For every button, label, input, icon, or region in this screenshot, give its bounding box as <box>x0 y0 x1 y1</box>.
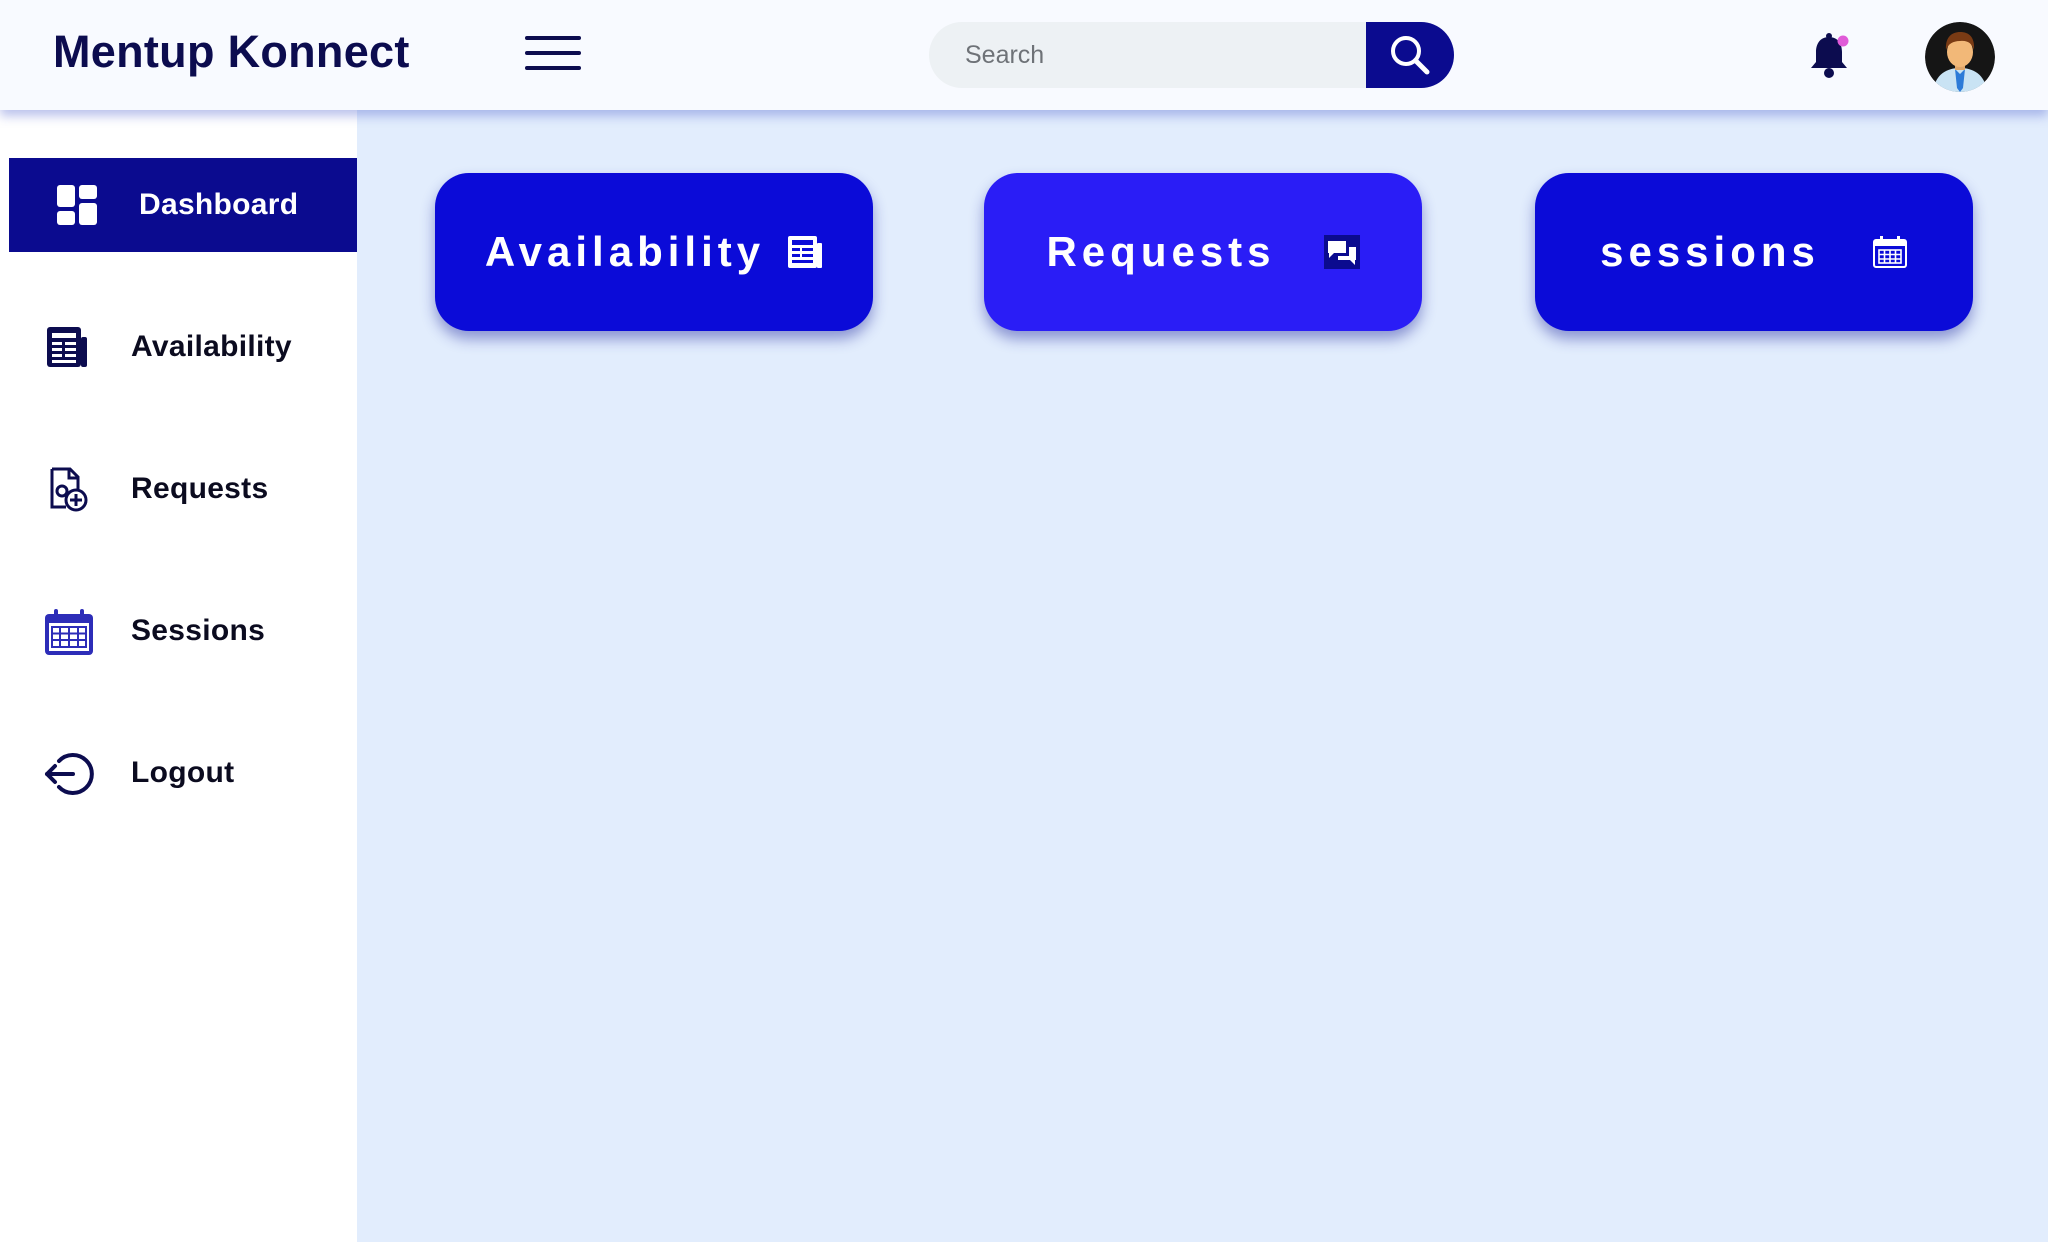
notification-bell-button[interactable] <box>1807 32 1851 80</box>
sidebar-item-label: Requests <box>131 472 269 505</box>
card-label: sessions <box>1600 228 1820 275</box>
document-add-icon <box>50 467 88 512</box>
newspaper-icon <box>47 327 87 367</box>
availability-card[interactable]: Availability <box>435 173 873 331</box>
calendar-icon <box>45 609 93 655</box>
search-bar <box>929 22 1454 88</box>
hamburger-menu-icon[interactable] <box>525 36 581 74</box>
sidebar: Dashboard Availability Requests Sessions… <box>0 110 357 1242</box>
user-avatar[interactable] <box>1925 22 1995 92</box>
logout-icon <box>45 753 94 795</box>
search-input[interactable] <box>929 22 1389 88</box>
sidebar-item-dashboard[interactable]: Dashboard <box>9 158 357 252</box>
top-header: Mentup Konnect <box>0 0 2048 110</box>
dashboard-grid-icon <box>57 185 97 225</box>
calendar-icon <box>1872 236 1907 268</box>
app-title: Mentup Konnect <box>53 26 410 77</box>
sidebar-item-label: Sessions <box>131 614 266 647</box>
card-label: Availability <box>484 228 766 275</box>
bell-icon <box>1811 33 1849 78</box>
notification-dot <box>1837 35 1849 47</box>
card-label: Requests <box>1046 228 1276 275</box>
search-icon <box>1391 36 1430 75</box>
sidebar-item-label: Logout <box>131 756 235 789</box>
sidebar-item-availability[interactable]: Availability <box>9 300 357 394</box>
requests-card[interactable]: Requests <box>984 173 1422 331</box>
sidebar-item-logout[interactable]: Logout <box>9 726 357 820</box>
sidebar-item-label: Dashboard <box>139 188 299 221</box>
avatar-icon <box>1925 22 1995 92</box>
sessions-card[interactable]: sessions <box>1535 173 1973 331</box>
sidebar-item-sessions[interactable]: Sessions <box>9 584 357 678</box>
sidebar-item-label: Availability <box>131 330 292 363</box>
chat-bubbles-icon <box>1323 235 1360 269</box>
search-button[interactable] <box>1366 22 1454 88</box>
newspaper-icon <box>788 236 823 268</box>
sidebar-item-requests[interactable]: Requests <box>9 442 357 536</box>
